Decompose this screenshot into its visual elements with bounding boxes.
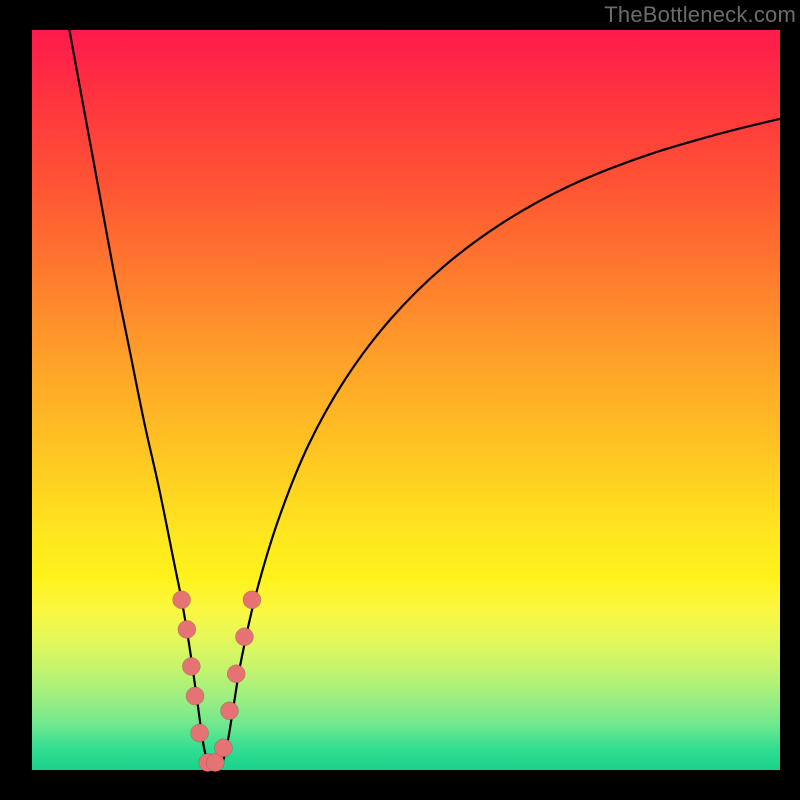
data-point: [220, 702, 238, 720]
chart-frame: TheBottleneck.com: [0, 0, 800, 800]
data-point: [186, 687, 204, 705]
chart-svg: [0, 0, 800, 800]
data-point: [235, 628, 253, 646]
bottleneck-curve: [69, 30, 780, 773]
data-point: [173, 591, 191, 609]
data-point: [191, 724, 209, 742]
data-point: [178, 620, 196, 638]
data-point: [243, 591, 261, 609]
data-point: [182, 657, 200, 675]
data-point: [227, 665, 245, 683]
data-point: [214, 739, 232, 757]
